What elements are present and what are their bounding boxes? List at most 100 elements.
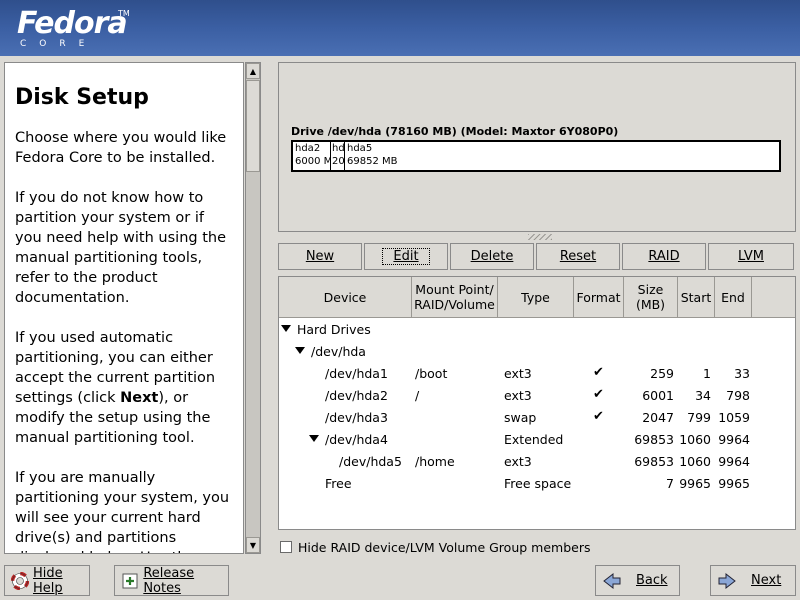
scroll-thumb[interactable] (246, 80, 260, 172)
cell-size: 7 (666, 476, 674, 491)
reset-label: Reset (559, 249, 597, 264)
triangle-up-icon: ▲ (249, 66, 257, 76)
header-start[interactable]: Start (678, 277, 715, 318)
scroll-down-button[interactable]: ▼ (246, 537, 260, 553)
next-button[interactable]: Next (710, 565, 796, 596)
cell-device: /dev/hda2 (325, 388, 388, 403)
cell-end: 1059 (718, 410, 750, 425)
edit-button[interactable]: Edit (364, 243, 448, 270)
segment-size: 6000 M (295, 156, 331, 167)
segment-hda2[interactable]: hda2 6000 M (293, 142, 331, 170)
segment-hda5[interactable]: hda5 69852 MB (345, 142, 779, 170)
segment-size: 20 (332, 156, 345, 167)
delete-button[interactable]: Delete (450, 243, 534, 270)
hide-raid-checkbox[interactable] (280, 541, 292, 553)
cell-mount: / (415, 388, 420, 403)
header-mount-point[interactable]: Mount Point/ RAID/Volume (412, 277, 498, 318)
segment-size: 69852 MB (347, 156, 398, 167)
help-scrollbar[interactable]: ▲ ▼ (245, 62, 261, 554)
cell-device: /dev/hda4 (325, 432, 388, 447)
triangle-down-icon: ▼ (249, 540, 257, 550)
drive-visualization: Drive /dev/hda (78160 MB) (Model: Maxtor… (278, 62, 796, 232)
format-check-icon: ✔ (593, 387, 604, 402)
header-size[interactable]: Size (MB) (624, 277, 678, 318)
table-header: Device Mount Point/ RAID/Volume Type For… (279, 277, 795, 318)
cell-size: 6001 (642, 388, 674, 403)
cell-size: 2047 (642, 410, 674, 425)
cell-type: ext3 (504, 388, 532, 403)
reset-button[interactable]: Reset (536, 243, 620, 270)
new-button[interactable]: New (278, 243, 362, 270)
expander-open-icon[interactable] (281, 325, 291, 332)
cell-start: 9965 (679, 476, 711, 491)
fedora-logo: Fedora (17, 6, 128, 41)
logo-trademark: TM (118, 9, 130, 18)
header-type[interactable]: Type (498, 277, 574, 318)
help-paragraph: If you used automatic partitioning, you … (15, 328, 233, 448)
format-check-icon: ✔ (593, 365, 604, 380)
lifebuoy-icon (11, 571, 29, 591)
table-row[interactable]: /dev/hda4 Extended 69853 1060 9964 (279, 429, 795, 451)
cell-start: 34 (695, 388, 711, 403)
segment-hda4[interactable]: hd 20 (331, 142, 345, 170)
tree-label: /dev/hda (311, 344, 366, 359)
cell-type: ext3 (504, 454, 532, 469)
table-row[interactable]: /dev/hda1 /boot ext3 ✔ 259 1 33 (279, 363, 795, 385)
table-row[interactable]: /dev/hda3 swap ✔ 2047 799 1059 (279, 407, 795, 429)
cell-type: Extended (504, 432, 564, 447)
hide-help-label: Hide Help (33, 565, 63, 596)
lvm-button[interactable]: LVM (708, 243, 794, 270)
partition-toolbar: New Edit Delete Reset RAID LVM (278, 243, 794, 270)
new-label: New (305, 249, 335, 264)
cell-type: swap (504, 410, 537, 425)
header-end[interactable]: End (715, 277, 752, 318)
tree-label: Hard Drives (297, 322, 371, 337)
cell-end: 33 (734, 366, 750, 381)
table-row[interactable]: Free Free space 7 9965 9965 (279, 473, 795, 495)
scroll-up-button[interactable]: ▲ (246, 63, 260, 79)
format-check-icon: ✔ (593, 409, 604, 424)
segment-name: hd (332, 143, 345, 154)
cell-device: /dev/hda5 (339, 454, 402, 469)
header-banner: Fedora TM CORE (0, 0, 800, 56)
tree-row-hard-drives[interactable]: Hard Drives (279, 319, 795, 341)
cell-mount: /boot (415, 366, 448, 381)
partition-table[interactable]: Device Mount Point/ RAID/Volume Type For… (278, 276, 796, 530)
help-paragraph: If you are manually partitioning your sy… (15, 470, 230, 553)
header-format[interactable]: Format (574, 277, 624, 318)
back-label: Back (636, 573, 668, 588)
raid-label: RAID (648, 249, 680, 264)
cell-size: 69853 (634, 454, 674, 469)
cell-end: 9964 (718, 432, 750, 447)
arrow-right-icon (717, 571, 737, 591)
cell-start: 799 (687, 410, 711, 425)
cell-device: Free (325, 476, 352, 491)
help-title: Disk Setup (15, 85, 149, 110)
expander-open-icon[interactable] (295, 347, 305, 354)
cell-end: 9964 (718, 454, 750, 469)
arrow-left-icon (602, 571, 622, 591)
cell-size: 69853 (634, 432, 674, 447)
table-row[interactable]: /dev/hda2 / ext3 ✔ 6001 34 798 (279, 385, 795, 407)
header-device[interactable]: Device (279, 277, 412, 318)
raid-button[interactable]: RAID (622, 243, 706, 270)
pane-resize-grip[interactable] (528, 234, 552, 240)
tree-row-dev-hda[interactable]: /dev/hda (279, 341, 795, 363)
cell-size: 259 (650, 366, 674, 381)
cell-type: ext3 (504, 366, 532, 381)
segment-name: hda2 (295, 143, 321, 154)
cell-device: /dev/hda3 (325, 410, 388, 425)
release-notes-button[interactable]: Release Notes (114, 565, 229, 596)
cell-device: /dev/hda1 (325, 366, 388, 381)
help-paragraph: If you do not know how to partition your… (15, 190, 226, 306)
hide-raid-label: Hide RAID device/LVM Volume Group member… (298, 539, 591, 555)
help-panel: Disk Setup Choose where you would like F… (4, 62, 244, 554)
hide-help-button[interactable]: Hide Help (4, 565, 90, 596)
delete-label: Delete (470, 249, 514, 264)
table-row[interactable]: /dev/hda5 /home ext3 69853 1060 9964 (279, 451, 795, 473)
hide-raid-checkbox-row[interactable]: Hide RAID device/LVM Volume Group member… (280, 539, 590, 555)
cell-end: 9965 (718, 476, 750, 491)
help-paragraph: Choose where you would like Fedora Core … (15, 130, 227, 166)
expander-open-icon[interactable] (309, 435, 319, 442)
back-button[interactable]: Back (595, 565, 680, 596)
